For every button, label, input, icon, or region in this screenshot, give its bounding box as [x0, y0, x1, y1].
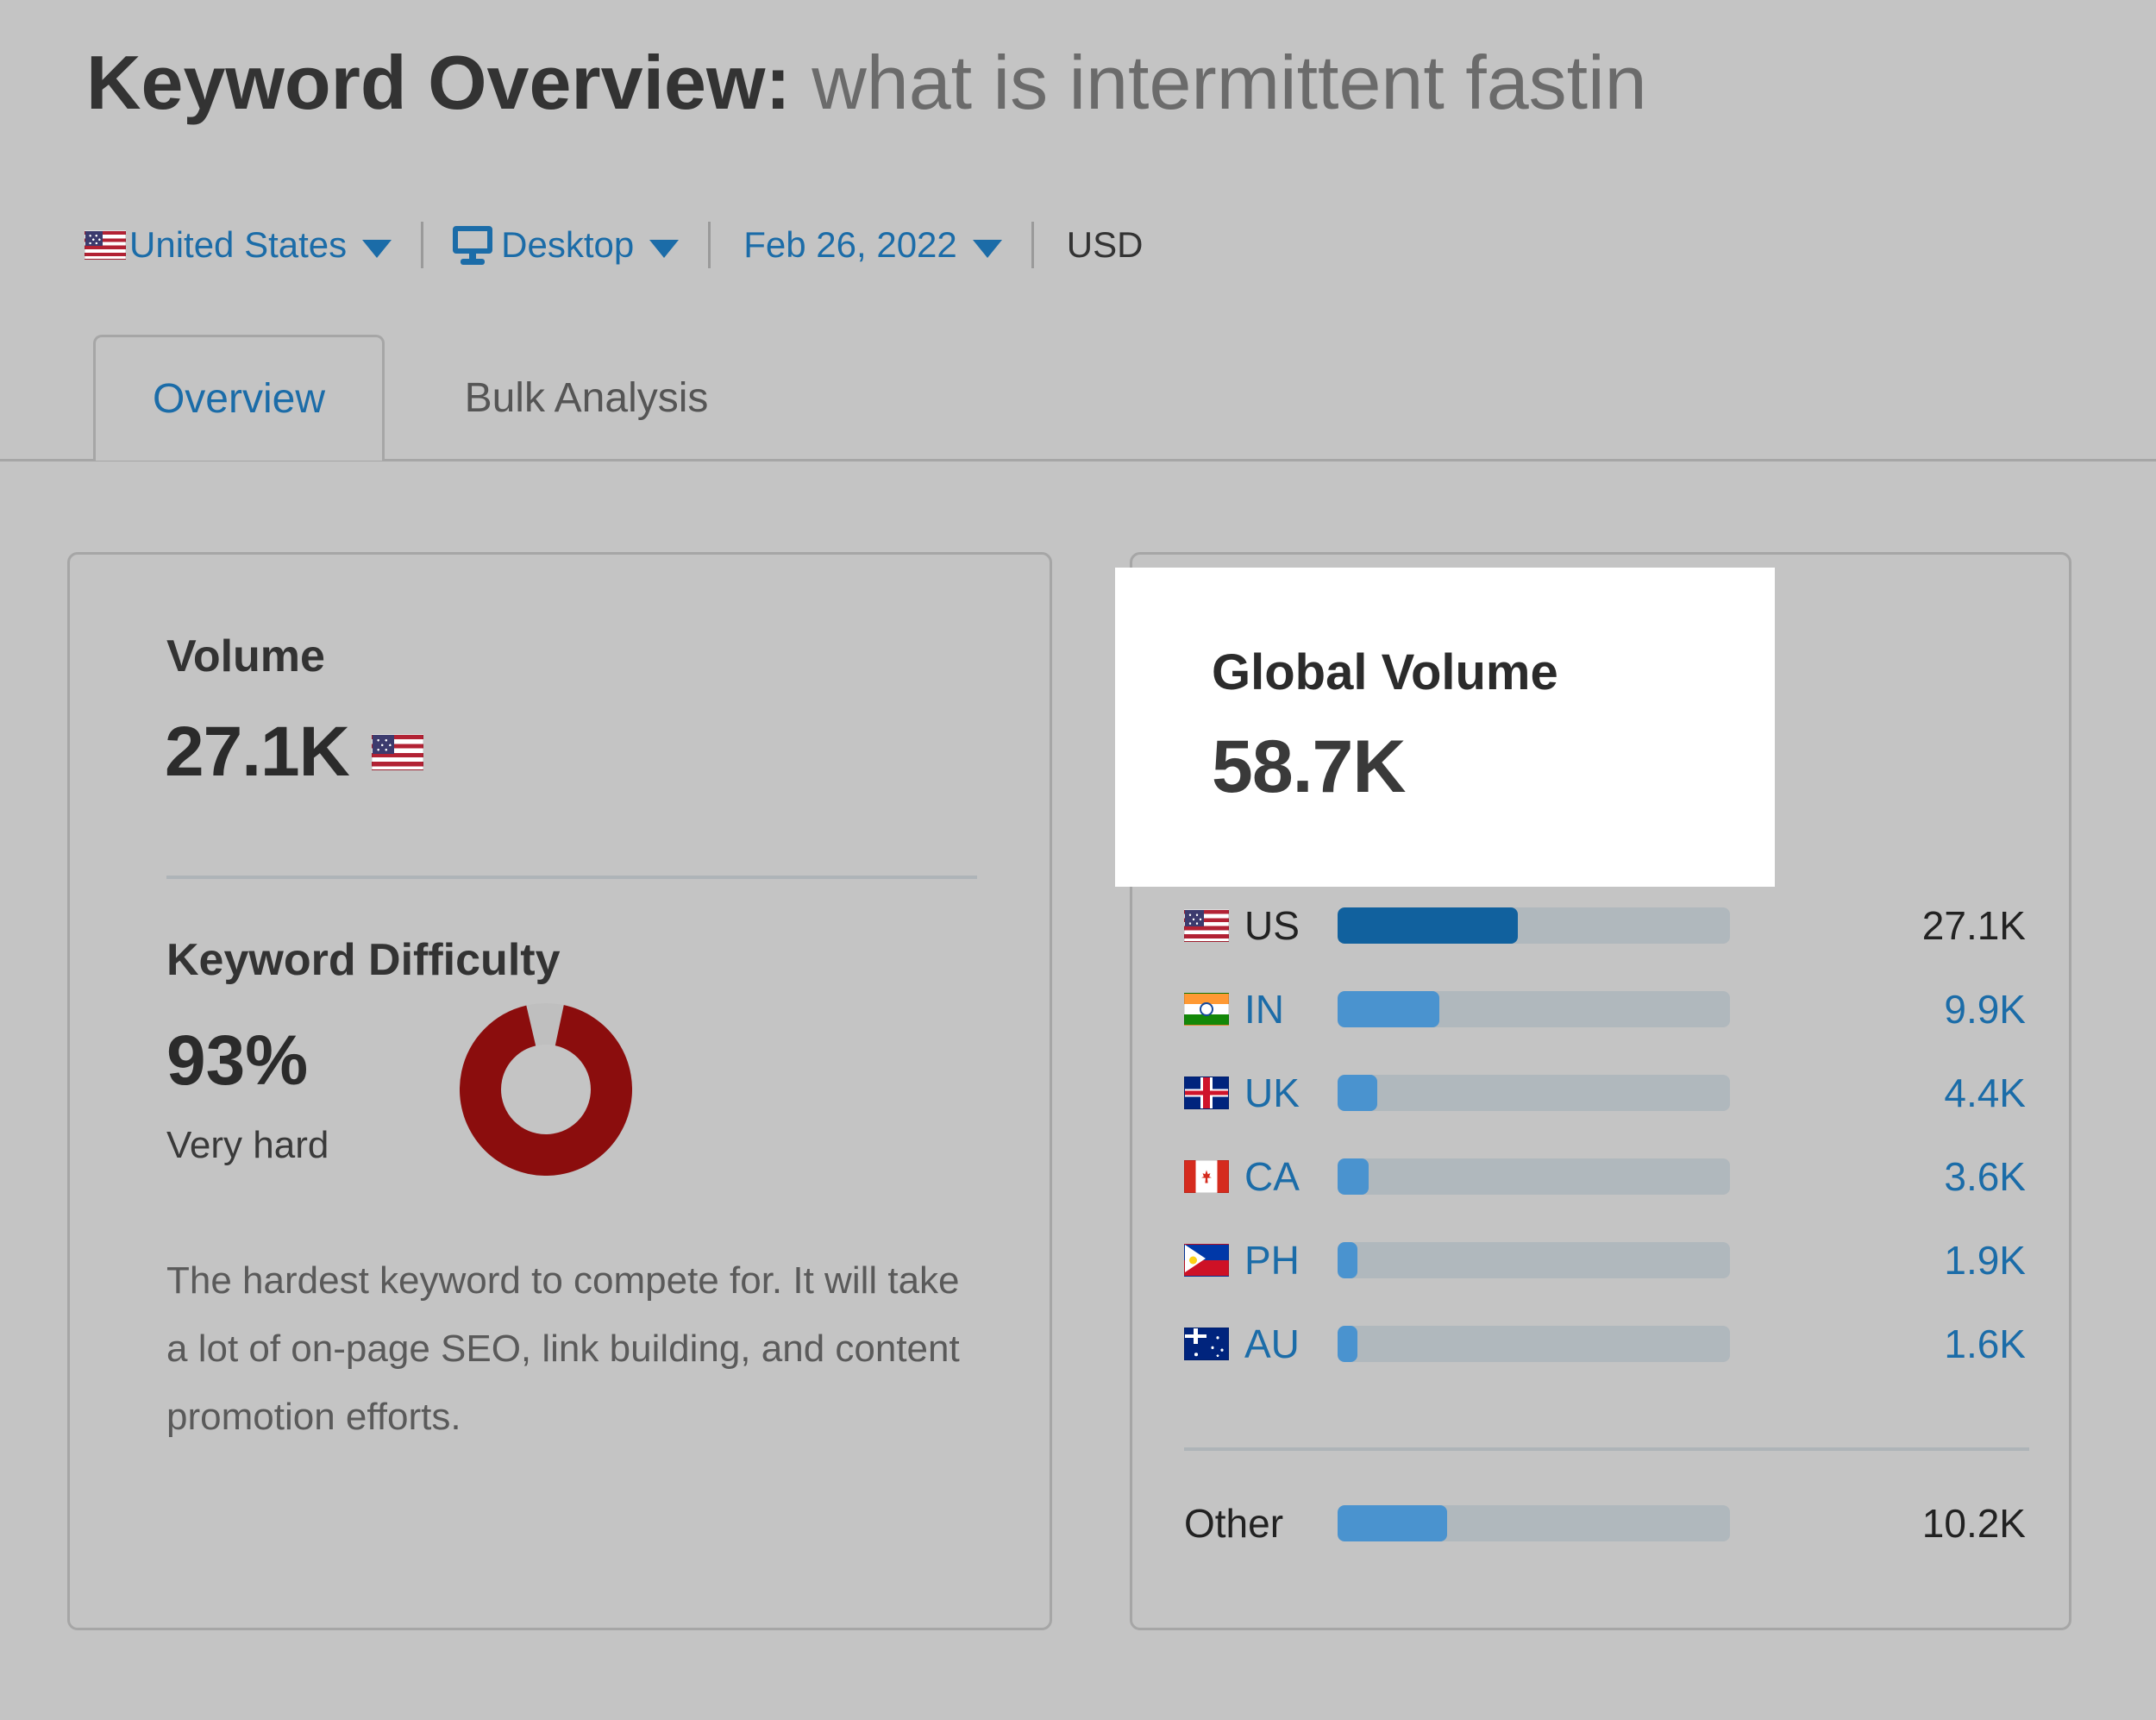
country-code: US — [1244, 903, 1300, 948]
date-filter[interactable]: Feb 26, 2022 — [740, 224, 1002, 266]
volume-bar-fill — [1338, 991, 1440, 1027]
global-volume-highlight: Global Volume 58.7K — [1115, 568, 1775, 887]
volume-bar-track — [1338, 1158, 1730, 1195]
table-row[interactable]: US 27.1K — [1184, 900, 2029, 951]
tab-bulk-analysis[interactable]: Bulk Analysis — [414, 335, 759, 461]
country-volume-value: 9.9K — [1944, 987, 2026, 1032]
filter-separator — [1031, 222, 1034, 268]
chevron-down-icon — [362, 239, 392, 258]
volume-difficulty-card: Volume 27.1K Keyword Difficulty 93% Very… — [67, 552, 1052, 1630]
flag-in-icon — [1184, 993, 1229, 1026]
volume-bar-track — [1338, 907, 1730, 944]
flag-us-icon — [85, 230, 126, 260]
filter-separator — [708, 222, 711, 268]
global-volume-value: 58.7K — [1212, 725, 1406, 808]
table-row[interactable]: IN 9.9K — [1184, 983, 2029, 1035]
page-title-keyword: what is intermittent fastin — [812, 40, 1647, 125]
country-code: IN — [1244, 987, 1284, 1032]
keyword-difficulty-description: The hardest keyword to compete for. It w… — [166, 1259, 960, 1438]
table-row[interactable]: AU 1.6K — [1184, 1318, 2029, 1370]
page-title: Keyword Overview: what is intermittent f… — [86, 31, 2156, 135]
table-row[interactable]: UK 4.4K — [1184, 1067, 2029, 1119]
flag-ph-icon — [1184, 1244, 1229, 1277]
volume-bar-fill — [1338, 1326, 1357, 1362]
volume-bar-track — [1338, 1075, 1730, 1111]
tab-bulk-analysis-label: Bulk Analysis — [464, 374, 709, 421]
global-volume-card: Global Volume 58.7K US 27.1K IN 9.9K UK — [1115, 552, 2071, 1630]
country-code: CA — [1244, 1154, 1300, 1199]
chevron-down-icon — [972, 239, 1002, 258]
currency-indicator: USD — [1063, 224, 1144, 266]
volume-bar-track — [1338, 1326, 1730, 1362]
country-volume-value: 4.4K — [1944, 1070, 2026, 1115]
difficulty-donut-chart — [460, 1003, 632, 1176]
currency-label: USD — [1066, 224, 1144, 265]
volume-bar-fill — [1338, 1158, 1369, 1195]
country-code: AU — [1244, 1321, 1300, 1366]
page-title-label: Keyword Overview: — [86, 40, 791, 125]
flag-au-icon — [1184, 1328, 1229, 1360]
global-volume-title: Global Volume — [1212, 644, 1558, 700]
table-row-other[interactable]: Other 10.2K — [1184, 1497, 2029, 1549]
flag-ca-icon — [1184, 1160, 1229, 1193]
card-divider — [166, 876, 977, 879]
keyword-difficulty-value: 93% — [166, 1021, 309, 1100]
chevron-down-icon — [649, 239, 680, 258]
filter-bar: United States Desktop Feb 26, 2022 USD — [85, 217, 1143, 273]
flag-us-icon — [1184, 909, 1229, 942]
volume-bar-track — [1338, 1242, 1730, 1278]
other-volume-value: 10.2K — [1921, 1501, 2026, 1546]
country-volume-value: 3.6K — [1944, 1154, 2026, 1199]
other-label: Other — [1184, 1501, 1284, 1546]
tab-overview[interactable]: Overview — [93, 335, 385, 461]
volume-value: 27.1K — [165, 712, 350, 791]
filter-separator — [421, 222, 424, 268]
volume-bar-fill — [1338, 1505, 1448, 1541]
volume-bar-fill — [1338, 1075, 1377, 1111]
country-volume-value: 1.6K — [1944, 1321, 2026, 1366]
device-filter-label: Desktop — [501, 224, 635, 265]
country-volume-value: 1.9K — [1944, 1238, 2026, 1283]
country-volume-value: 27.1K — [1921, 903, 2026, 948]
volume-bar-fill — [1338, 1242, 1357, 1278]
country-filter-label: United States — [129, 224, 348, 265]
country-code: PH — [1244, 1238, 1300, 1283]
keyword-difficulty-rating: Very hard — [166, 1124, 329, 1166]
volume-bar-track — [1338, 991, 1730, 1027]
tab-bar: Overview Bulk Analysis — [0, 335, 2156, 461]
device-filter[interactable]: Desktop — [453, 224, 680, 266]
volume-bar-track — [1338, 1505, 1730, 1541]
volume-value-row: 27.1K — [165, 712, 423, 793]
table-row[interactable]: CA 3.6K — [1184, 1151, 2029, 1202]
keyword-difficulty-label: Keyword Difficulty — [166, 935, 561, 985]
volume-bar-fill — [1338, 907, 1519, 944]
tab-overview-label: Overview — [152, 376, 326, 422]
table-row[interactable]: PH 1.9K — [1184, 1234, 2029, 1286]
country-filter[interactable]: United States — [85, 224, 392, 266]
volume-label: Volume — [166, 631, 325, 681]
date-filter-label: Feb 26, 2022 — [743, 224, 957, 265]
flag-uk-icon — [1184, 1077, 1229, 1109]
flag-us-icon — [371, 734, 423, 770]
other-divider — [1184, 1447, 2029, 1451]
country-code: UK — [1244, 1070, 1300, 1115]
monitor-icon — [453, 226, 493, 265]
